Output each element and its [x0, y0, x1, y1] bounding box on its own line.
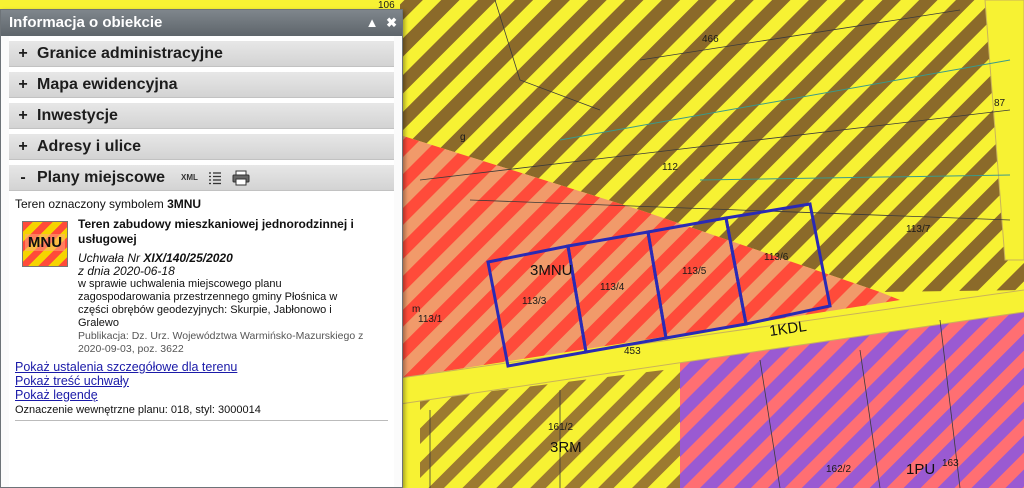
- internal-designation: Oznaczenie wewnętrzne planu: 018, styl: …: [15, 404, 388, 421]
- resolution-prefix: Uchwała Nr: [78, 251, 141, 265]
- section-label: Mapa ewidencyjna: [37, 76, 178, 93]
- expand-sign: +: [18, 76, 28, 93]
- collapse-sign: -: [20, 169, 26, 186]
- zone-label-g: g: [460, 132, 466, 143]
- section-label: Adresy i ulice: [37, 138, 142, 155]
- parcel-label-466: 466: [702, 34, 719, 45]
- section-plany-miejscowe[interactable]: - Plany miejscowe XML: [9, 165, 394, 191]
- zone-intro: Teren oznaczony symbolem 3MNU: [15, 197, 394, 211]
- parcel-label-163: 163: [942, 458, 959, 469]
- zone-label-1pu: 1PU: [906, 461, 935, 478]
- zone-legend-icon-label: MNU: [25, 234, 65, 251]
- expand-sign: +: [18, 138, 28, 155]
- section-granice-administracyjne[interactable]: + Granice administracyjne: [9, 41, 394, 67]
- close-icon[interactable]: ✖: [386, 10, 397, 36]
- parcel-label-113-1: 113/1: [418, 314, 443, 325]
- list-icon[interactable]: [208, 171, 222, 185]
- parcel-label-161-2: 161/2: [548, 422, 573, 433]
- plan-info-content: Teren oznaczony symbolem 3MNU MNU Teren …: [9, 191, 394, 421]
- parcel-label-113-6: 113/6: [764, 252, 789, 263]
- parcel-label-453: 453: [624, 346, 641, 357]
- parcel-label-113-7: 113/7: [906, 224, 931, 235]
- panel-title: Informacja o obiekcie: [9, 14, 163, 31]
- parcel-label-87: 87: [994, 98, 1006, 109]
- zone-title: Teren zabudowy mieszkaniowej jednorodzin…: [78, 217, 354, 246]
- show-detailed-provisions-link[interactable]: Pokaż ustalenia szczegółowe dla terenu: [15, 360, 394, 374]
- section-label: Plany miejscowe: [37, 169, 166, 186]
- show-resolution-text-link[interactable]: Pokaż treść uchwały: [15, 374, 394, 388]
- expand-sign: +: [18, 107, 28, 124]
- section-label: Inwestycje: [37, 107, 118, 124]
- section-adresy-i-ulice[interactable]: + Adresy i ulice: [9, 134, 394, 160]
- expand-sign: +: [18, 45, 28, 62]
- resolution-number: XIX/140/25/2020: [143, 251, 233, 265]
- show-legend-link[interactable]: Pokaż legendę: [15, 388, 394, 402]
- printer-icon[interactable]: [232, 170, 250, 186]
- zone-label-m: m: [412, 304, 420, 315]
- parcel-label-113-5: 113/5: [682, 266, 707, 277]
- section-label: Granice administracyjne: [37, 45, 223, 62]
- parcel-label-113-4: 113/4: [600, 282, 625, 293]
- triangle-up-icon[interactable]: ▲: [366, 10, 379, 36]
- info-panel: Informacja o obiekcie ▲ ✖ + Granice admin…: [0, 9, 403, 488]
- panel-body: + Granice administracyjne + Mapa ewidencyj…: [9, 36, 394, 487]
- section-mapa-ewidencyjna[interactable]: + Mapa ewidencyjna: [9, 72, 394, 98]
- zone-label-3mnu: 3MNU: [530, 262, 573, 279]
- xml-export-button[interactable]: XML: [181, 165, 198, 190]
- parcel-label-112: 112: [662, 162, 678, 173]
- zone-legend-icon: MNU: [22, 221, 68, 267]
- section-inwestycje[interactable]: + Inwestycje: [9, 103, 394, 129]
- parcel-label-162-2: 162/2: [826, 464, 851, 475]
- zone-intro-text: Teren oznaczony symbolem: [15, 197, 164, 211]
- resolution-description: w sprawie uchwalenia miejscowego planu z…: [78, 278, 338, 329]
- panel-header: Informacja o obiekcie ▲ ✖: [1, 10, 402, 36]
- publication-info: Publikacja: Dz. Urz. Województwa Warmińs…: [78, 330, 364, 355]
- zone-symbol: 3MNU: [167, 197, 202, 211]
- parcel-label-113-3: 113/3: [522, 296, 547, 307]
- zone-label-3rm: 3RM: [550, 439, 582, 456]
- resolution-date: z dnia 2020-06-18: [78, 264, 175, 278]
